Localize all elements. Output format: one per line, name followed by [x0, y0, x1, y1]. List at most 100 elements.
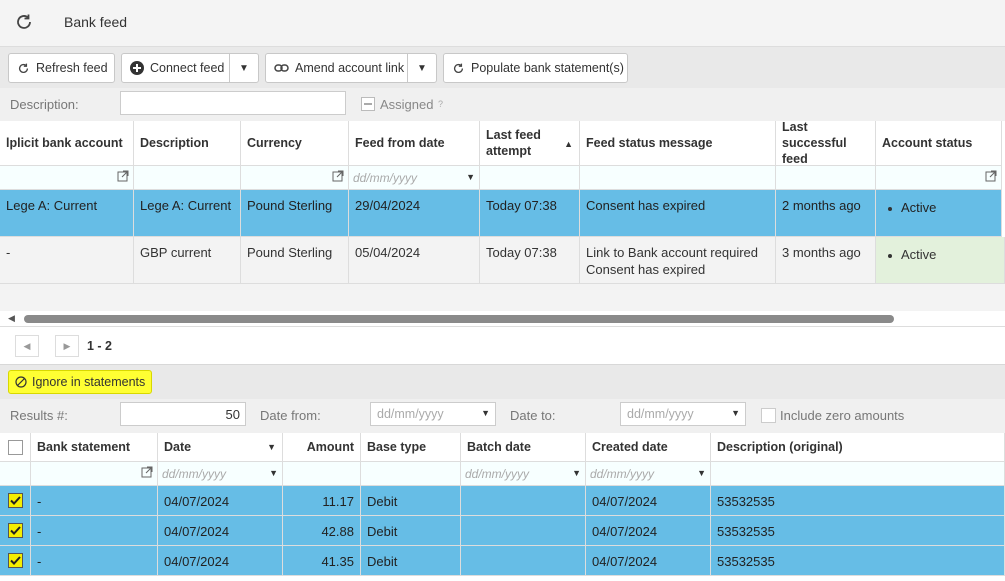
col-header-base-type[interactable]: Base type [361, 433, 461, 462]
pager: ◀ ▶ 1 - 2 [0, 326, 1005, 364]
filter-cell-date[interactable]: dd/mm/yyyy ▼ [158, 462, 283, 486]
table-row[interactable]: - 04/07/2024 11.17 Debit 04/07/2024 5353… [0, 486, 1005, 516]
col-header-account-status[interactable]: Account status [876, 121, 1002, 166]
date-to-label: Date to: [510, 408, 556, 423]
filter-bar: Description: Assigned ? [0, 88, 1005, 121]
toolbar: Refresh feed Connect feed ▼ Amend accoun… [0, 46, 1005, 88]
popout-icon[interactable] [117, 170, 129, 182]
connect-feed-dropdown[interactable]: ▼ [229, 53, 259, 83]
col-header-created-date[interactable]: Created date [586, 433, 711, 462]
row-checkbox[interactable] [8, 553, 23, 568]
statements-toolbar: Ignore in statements [0, 364, 1005, 399]
caret-down-icon[interactable]: ▼ [731, 408, 740, 418]
check-icon [10, 556, 21, 565]
amend-account-link-button[interactable]: Amend account link [265, 53, 409, 83]
popout-icon[interactable] [332, 170, 344, 182]
popout-icon[interactable] [985, 170, 997, 182]
caret-left-icon: ◀ [23, 340, 31, 351]
page-title: Bank feed [64, 14, 128, 30]
next-page-button[interactable]: ▶ [55, 335, 79, 357]
caret-down-icon[interactable]: ▼ [697, 468, 706, 478]
link-icon [274, 64, 289, 72]
statements-filter-bar: Results #: 50 Date from: dd/mm/yyyy ▼ Da… [0, 399, 1005, 433]
include-zero-checkbox[interactable] [761, 408, 776, 423]
caret-down-icon: ▼ [239, 62, 249, 74]
filter-cell-amount[interactable] [283, 462, 361, 486]
col-header-currency[interactable]: Currency [241, 121, 349, 166]
caret-down-icon: ▼ [417, 62, 427, 74]
col-header-bank-account[interactable]: lplicit bank account [0, 121, 134, 166]
select-all-checkbox[interactable] [7, 439, 23, 455]
horizontal-scrollbar[interactable]: ◀ [0, 311, 1005, 326]
ignore-in-statements-button[interactable]: Ignore in statements [8, 370, 153, 394]
caret-right-icon: ▶ [63, 340, 71, 351]
feeds-grid: lplicit bank account Description Currenc… [0, 120, 1005, 326]
caret-down-icon[interactable]: ▼ [466, 172, 475, 182]
filter-cell-feed-from-date[interactable]: dd/mm/yyyy ▼ [349, 166, 480, 190]
row-checkbox[interactable] [8, 523, 23, 538]
prev-page-button[interactable]: ◀ [15, 335, 39, 357]
date-from-label: Date from: [260, 408, 321, 423]
filter-cell-created-date[interactable]: dd/mm/yyyy ▼ [586, 462, 711, 486]
filter-cell-bank-statement[interactable] [31, 462, 158, 486]
date-from-input[interactable]: dd/mm/yyyy ▼ [370, 402, 496, 426]
page-header: Bank feed [0, 0, 1005, 46]
filter-cell-description[interactable] [711, 462, 1005, 486]
col-header-description-original[interactable]: Description (original) [711, 433, 1005, 462]
statements-grid: Bank statement Date ▼ Amount Base type B… [0, 433, 1005, 581]
refresh-icon[interactable] [14, 12, 34, 32]
scrollbar-thumb[interactable] [24, 315, 894, 323]
filter-cell-last-feed-attempt[interactable] [480, 166, 580, 190]
filter-cell-currency[interactable] [241, 166, 349, 190]
filter-cell-feed-status[interactable] [580, 166, 776, 190]
col-header-last-feed-attempt[interactable]: Last feed attempt ▲ [480, 121, 580, 166]
scroll-left-icon[interactable]: ◀ [8, 313, 15, 324]
filter-cell-last-successful[interactable] [776, 166, 876, 190]
col-header-last-successful-feed[interactable]: Last successful feed [776, 120, 876, 166]
col-header-date[interactable]: Date ▼ [158, 433, 283, 462]
bullet-icon [888, 206, 892, 211]
filter-cell-description[interactable] [134, 166, 241, 190]
bullet-icon [888, 253, 892, 258]
select-all-header[interactable] [0, 433, 31, 462]
sort-desc-icon: ▼ [267, 442, 276, 452]
col-header-feed-status-message[interactable]: Feed status message [580, 121, 776, 166]
popout-icon[interactable] [141, 466, 153, 478]
col-header-batch-date[interactable]: Batch date [461, 433, 586, 462]
check-icon [10, 496, 21, 505]
results-label: Results #: [10, 408, 68, 423]
caret-down-icon[interactable]: ▼ [269, 468, 278, 478]
populate-bank-statements-button[interactable]: Populate bank statement(s) [443, 53, 628, 83]
assigned-label: Assigned [380, 97, 434, 112]
filter-cell-base-type[interactable] [361, 462, 461, 486]
col-header-feed-from-date[interactable]: Feed from date [349, 121, 480, 166]
check-icon [10, 526, 21, 535]
date-to-input[interactable]: dd/mm/yyyy ▼ [620, 402, 746, 426]
connect-feed-button[interactable]: Connect feed [121, 53, 231, 83]
status-badge: Active [876, 190, 1002, 237]
filter-cell-account-status[interactable] [876, 166, 1002, 190]
status-badge: Active [876, 237, 1005, 284]
help-icon[interactable]: ? [438, 99, 443, 109]
sort-asc-icon: ▲ [564, 139, 573, 149]
description-label: Description: [10, 97, 79, 112]
col-header-bank-statement[interactable]: Bank statement [31, 433, 158, 462]
refresh-icon [454, 63, 464, 73]
col-header-amount[interactable]: Amount [283, 433, 361, 462]
caret-down-icon[interactable]: ▼ [481, 408, 490, 418]
table-row[interactable]: - 04/07/2024 41.35 Debit 04/07/2024 5353… [0, 546, 1005, 576]
results-input[interactable]: 50 [120, 402, 246, 426]
refresh-icon [19, 63, 29, 73]
page-range: 1 - 2 [87, 339, 113, 353]
col-header-description[interactable]: Description [134, 121, 241, 166]
assigned-checkbox[interactable] [361, 97, 375, 111]
table-row[interactable]: - 04/07/2024 42.88 Debit 04/07/2024 5353… [0, 516, 1005, 546]
filter-cell-batch-date[interactable]: dd/mm/yyyy ▼ [461, 462, 586, 486]
description-input[interactable] [120, 91, 346, 115]
row-checkbox[interactable] [8, 493, 23, 508]
include-zero-label: Include zero amounts [780, 408, 905, 423]
caret-down-icon[interactable]: ▼ [572, 468, 581, 478]
filter-cell-bank-account[interactable] [0, 166, 134, 190]
amend-link-dropdown[interactable]: ▼ [407, 53, 437, 83]
refresh-feed-button[interactable]: Refresh feed [8, 53, 115, 83]
